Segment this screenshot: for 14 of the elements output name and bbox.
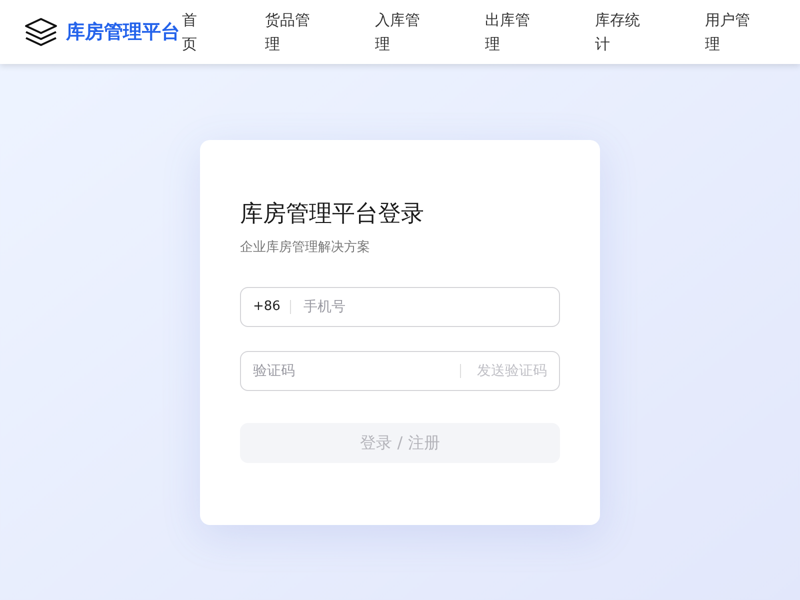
phone-field[interactable]: +86 手机号 [240, 287, 560, 327]
nav-link[interactable]: 出库管理 [485, 8, 535, 56]
code-input[interactable]: 验证码 [253, 360, 460, 382]
login-title: 库房管理平台登录 [240, 200, 425, 228]
nav-link[interactable]: 用户管理 [705, 8, 755, 56]
nav-link[interactable]: 首页 [182, 8, 199, 56]
country-code: +86 [253, 300, 292, 314]
login-subtitle: 企业库房管理解决方案 [240, 238, 371, 256]
layers-icon [24, 17, 58, 47]
brand-title: 库房管理平台 [66, 20, 180, 45]
nav-link[interactable]: 货品管理 [265, 8, 315, 56]
nav-link[interactable]: 库存统计 [595, 8, 645, 56]
phone-input[interactable]: 手机号 [303, 296, 547, 318]
nav-link[interactable]: 入库管理 [375, 8, 425, 56]
